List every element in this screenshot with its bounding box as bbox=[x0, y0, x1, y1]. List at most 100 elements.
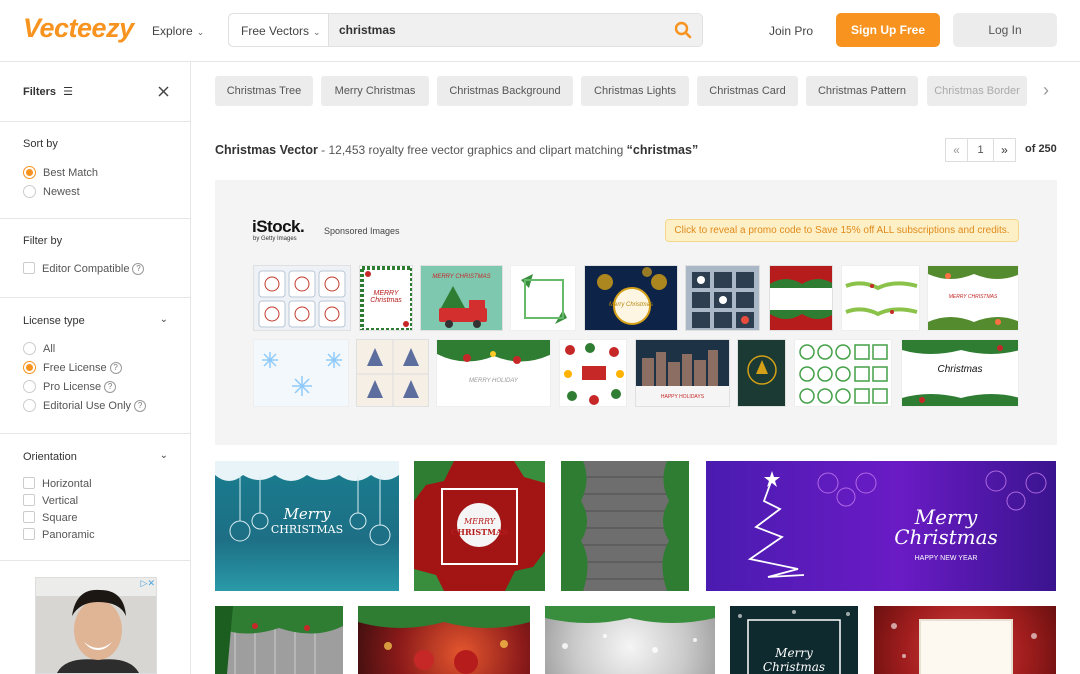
license-pro[interactable]: Pro License? bbox=[23, 379, 117, 394]
explore-label: Explore bbox=[152, 24, 193, 38]
page-number[interactable]: 1 bbox=[968, 138, 993, 162]
radio-selected[interactable] bbox=[23, 165, 36, 179]
tag-christmas-tree[interactable]: Christmas Tree bbox=[215, 76, 313, 106]
tile-caption: Merry bbox=[775, 646, 813, 660]
advertisement[interactable]: ▷✕ bbox=[35, 577, 157, 674]
sponsored-thumb[interactable] bbox=[559, 339, 627, 407]
sponsored-thumb[interactable] bbox=[356, 339, 429, 407]
sign-up-button[interactable]: Sign Up Free bbox=[836, 13, 940, 47]
editor-compatible-option[interactable]: Editor Compatible? bbox=[23, 262, 145, 276]
ad-choices-icon[interactable]: ▷✕ bbox=[141, 578, 155, 589]
istock-logo[interactable]: iStock. bbox=[252, 217, 305, 237]
radio-unselected[interactable] bbox=[23, 398, 36, 412]
chevron-down-icon: ⌄ bbox=[196, 27, 205, 37]
tile-caption: Christmas bbox=[894, 525, 998, 549]
tag-merry-christmas[interactable]: Merry Christmas bbox=[321, 76, 429, 106]
option-label: Square bbox=[42, 512, 78, 524]
help-icon[interactable]: ? bbox=[104, 381, 117, 394]
first-page-icon[interactable]: « bbox=[945, 138, 968, 162]
sponsored-thumb[interactable] bbox=[794, 339, 892, 407]
join-pro-link[interactable]: Join Pro bbox=[769, 24, 813, 38]
checkbox[interactable] bbox=[23, 528, 35, 541]
result-tile[interactable] bbox=[874, 606, 1056, 674]
sponsored-thumb[interactable] bbox=[253, 265, 351, 331]
help-icon[interactable]: ? bbox=[109, 362, 122, 375]
checkbox[interactable] bbox=[23, 262, 35, 275]
help-icon[interactable]: ? bbox=[132, 263, 145, 276]
sponsored-thumb[interactable] bbox=[685, 265, 760, 331]
promo-code-banner[interactable]: Click to reveal a promo code to Save 15%… bbox=[665, 219, 1019, 242]
sponsored-label: Sponsored Images bbox=[324, 226, 400, 236]
license-free[interactable]: Free License? bbox=[23, 360, 122, 375]
option-label: Vertical bbox=[42, 495, 79, 507]
sponsored-thumb[interactable] bbox=[253, 339, 349, 407]
sponsored-thumb[interactable]: MERRY HOLIDAY bbox=[436, 339, 551, 407]
result-tile[interactable]: Merry Christmas bbox=[730, 606, 858, 674]
istock-sub-logo: by Getty Images bbox=[253, 236, 297, 242]
thumb-image bbox=[564, 343, 624, 405]
vecteezy-logo[interactable]: Vecteezy bbox=[23, 13, 134, 44]
search-type-dropdown[interactable]: Free Vectors ⌄ bbox=[229, 14, 329, 46]
chevron-right-icon[interactable]: › bbox=[1043, 80, 1049, 101]
tag-christmas-lights[interactable]: Christmas Lights bbox=[581, 76, 689, 106]
radio-unselected[interactable] bbox=[23, 379, 36, 393]
thumb-image bbox=[437, 340, 550, 364]
sponsored-images-block: iStock. by Getty Images Sponsored Images… bbox=[215, 180, 1057, 445]
checkbox[interactable] bbox=[23, 494, 35, 507]
search-type-label: Free Vectors bbox=[241, 24, 310, 38]
thumb-image bbox=[770, 279, 832, 319]
sponsored-thumb[interactable] bbox=[769, 265, 833, 331]
log-in-button[interactable]: Log In bbox=[953, 13, 1057, 47]
chevron-down-icon[interactable]: ⌄ bbox=[160, 314, 168, 325]
filter-lines-icon: ☰ bbox=[63, 86, 73, 98]
search-icon[interactable] bbox=[674, 21, 692, 39]
checkbox[interactable] bbox=[23, 511, 35, 524]
chevron-down-icon[interactable]: ⌄ bbox=[160, 450, 168, 461]
radio-selected[interactable] bbox=[23, 360, 36, 374]
orientation-square[interactable]: Square bbox=[23, 511, 77, 525]
tag-christmas-background[interactable]: Christmas Background bbox=[437, 76, 573, 106]
sponsored-thumb[interactable] bbox=[841, 265, 920, 331]
thumb-image bbox=[357, 340, 428, 406]
orientation-panoramic[interactable]: Panoramic bbox=[23, 528, 95, 542]
license-editorial[interactable]: Editorial Use Only? bbox=[23, 398, 147, 413]
sort-newest[interactable]: Newest bbox=[23, 184, 80, 199]
thumb-image bbox=[845, 281, 918, 317]
sponsored-thumb[interactable] bbox=[510, 265, 576, 331]
sponsored-thumb[interactable]: HAPPY HOLIDAYS bbox=[635, 339, 730, 407]
result-tile[interactable]: MERRY CHRISTMAS bbox=[414, 461, 545, 591]
result-tile[interactable] bbox=[545, 606, 715, 674]
result-tile[interactable] bbox=[358, 606, 530, 674]
thumb-image bbox=[258, 270, 346, 328]
option-label: Free License bbox=[43, 362, 107, 374]
next-page-icon[interactable]: » bbox=[993, 138, 1016, 162]
license-all[interactable]: All bbox=[23, 341, 55, 356]
orientation-horizontal[interactable]: Horizontal bbox=[23, 477, 92, 491]
sponsored-thumb[interactable]: MERRY CHRISTMAS bbox=[420, 265, 503, 331]
tag-christmas-card[interactable]: Christmas Card bbox=[697, 76, 798, 106]
sponsored-thumb[interactable]: MERRY Christmas bbox=[359, 265, 413, 331]
close-icon[interactable] bbox=[158, 86, 169, 97]
explore-menu[interactable]: Explore ⌄ bbox=[152, 24, 204, 38]
radio-unselected[interactable] bbox=[23, 341, 36, 355]
tile-caption: Christmas bbox=[762, 660, 826, 674]
filters-title-label: Filters bbox=[23, 86, 57, 98]
sponsored-thumb[interactable]: Christmas bbox=[901, 339, 1019, 407]
checkbox[interactable] bbox=[23, 477, 35, 490]
tag-christmas-pattern[interactable]: Christmas Pattern bbox=[806, 76, 918, 106]
tile-image bbox=[545, 606, 715, 653]
tile-caption: Merry bbox=[283, 505, 331, 523]
sponsored-thumb[interactable]: MERRY CHRISTMAS bbox=[927, 265, 1019, 331]
result-tile[interactable] bbox=[561, 461, 689, 591]
radio-unselected[interactable] bbox=[23, 184, 36, 198]
search-input[interactable] bbox=[339, 14, 659, 46]
orientation-vertical[interactable]: Vertical bbox=[23, 494, 78, 508]
sponsored-thumb[interactable] bbox=[737, 339, 786, 407]
tag-christmas-border[interactable]: Christmas Border bbox=[927, 76, 1027, 106]
help-icon[interactable]: ? bbox=[134, 400, 147, 413]
sort-best-match[interactable]: Best Match bbox=[23, 165, 98, 180]
sponsored-thumb[interactable]: Merry Christmas bbox=[584, 265, 678, 331]
result-tile[interactable]: Merry Christmas HAPPY NEW YEAR bbox=[706, 461, 1056, 591]
result-tile[interactable]: Merry CHRISTMAS bbox=[215, 461, 399, 591]
result-tile[interactable] bbox=[215, 606, 343, 674]
